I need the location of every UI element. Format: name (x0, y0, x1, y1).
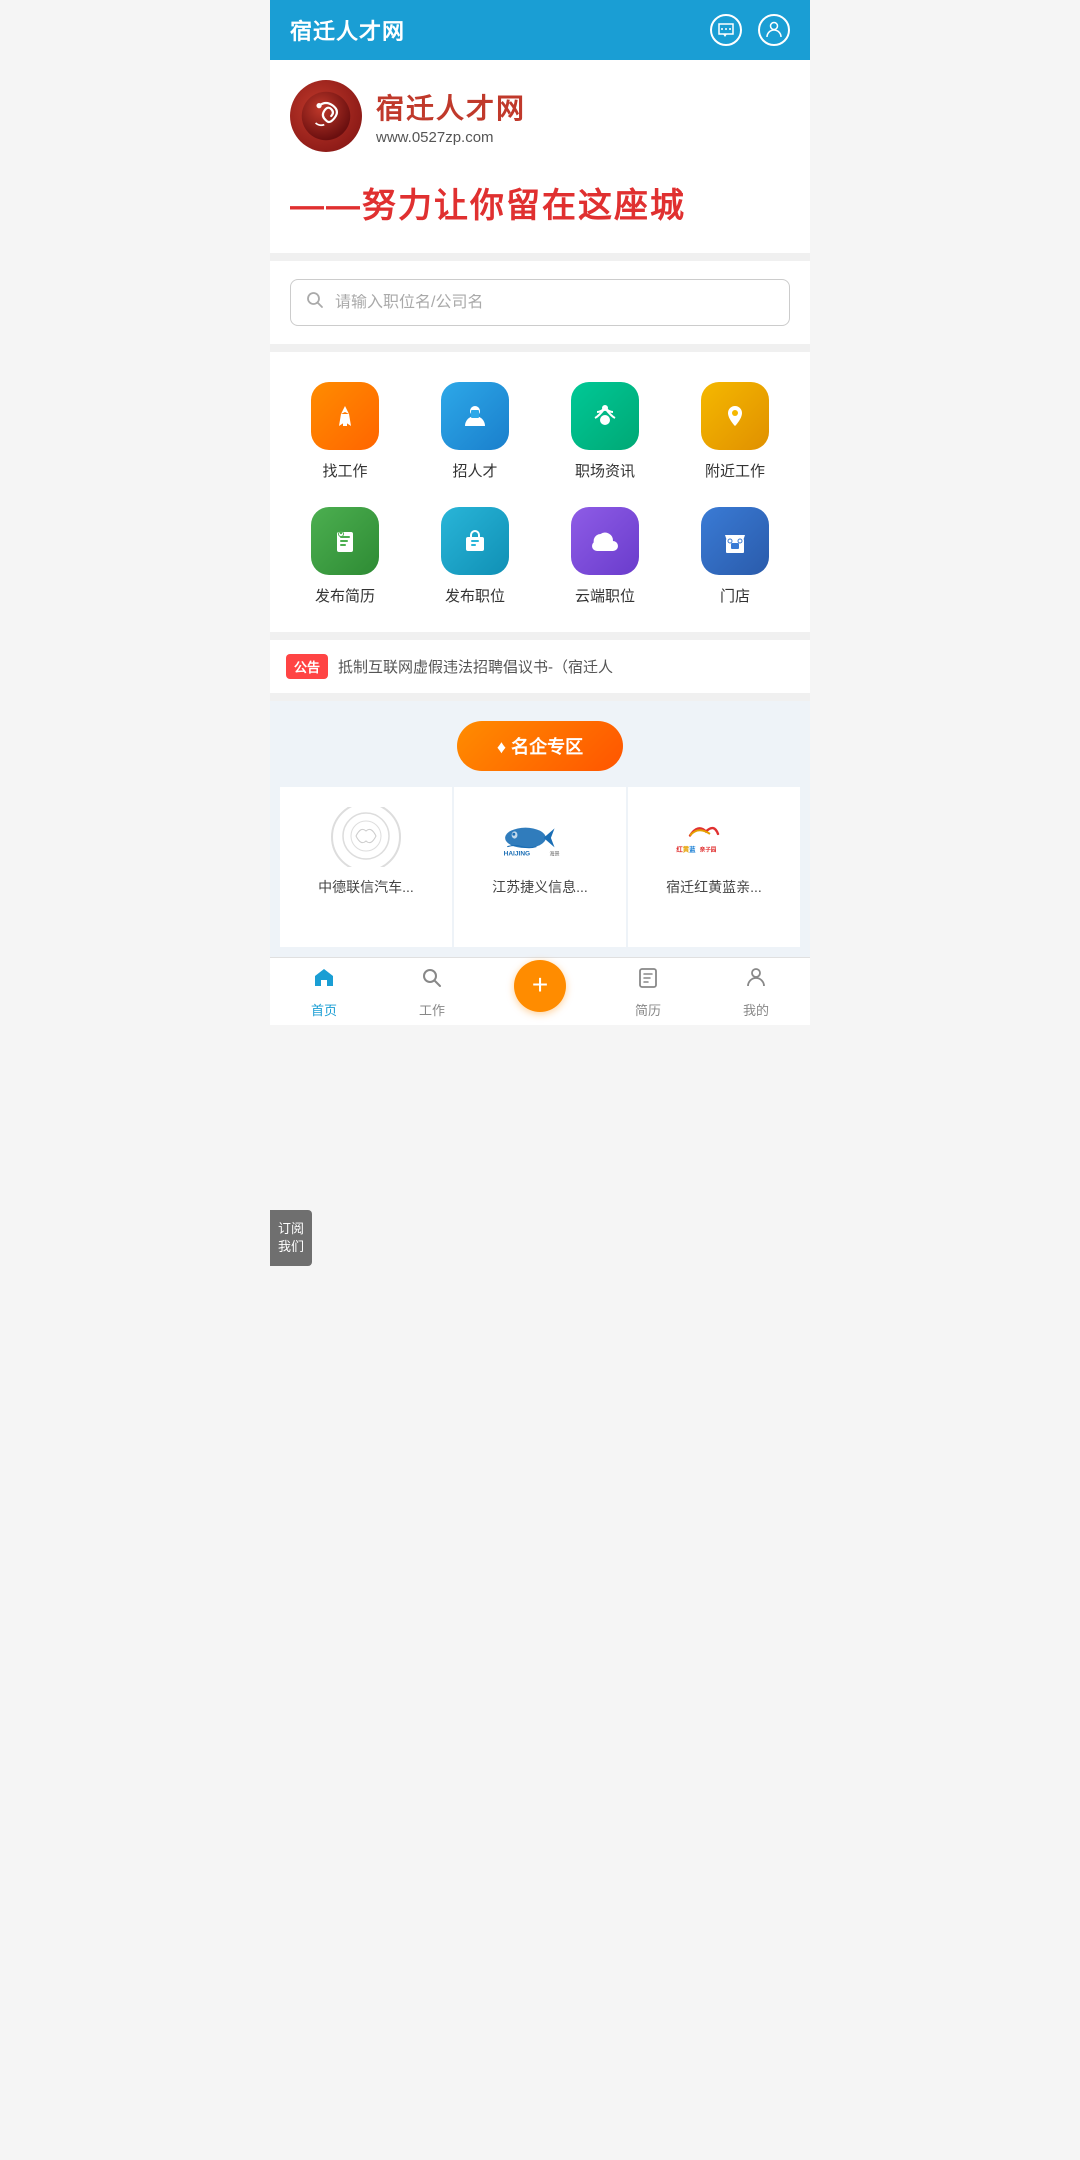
store-icon (701, 507, 769, 575)
career-news-icon (571, 382, 639, 450)
famous-section: ♦ 名企专区 中德联信汽车... (270, 693, 810, 957)
post-resume-icon (311, 507, 379, 575)
post-resume-button[interactable]: 发布简历 (280, 497, 410, 622)
nav-work[interactable]: 工作 (402, 966, 462, 1019)
banner-area: 宿迁人才网 www.0527zp.com ——努力让你留在这座城 (270, 60, 810, 253)
nav-work-label: 工作 (419, 1000, 445, 1019)
add-button[interactable]: + (514, 960, 566, 1012)
nav-mine[interactable]: 我的 (726, 966, 786, 1019)
logo-circle (290, 80, 362, 152)
nav-resume-label: 简历 (635, 1000, 661, 1019)
svg-text:亲子园: 亲子园 (700, 845, 717, 853)
subscribe-tab[interactable]: 订阅我们 (270, 1210, 312, 1266)
recruit-button[interactable]: 招人才 (410, 372, 540, 497)
companies-grid: 中德联信汽车... HAIJING (280, 787, 800, 947)
logo-row: 宿迁人才网 www.0527zp.com (290, 80, 790, 152)
icons-grid: 找工作 招人才 职场资讯 (270, 344, 810, 632)
find-job-label: 找工作 (322, 460, 367, 481)
nearby-job-button[interactable]: 附近工作 (670, 372, 800, 497)
message-icon[interactable] (710, 14, 742, 46)
company-card-haijing[interactable]: HAIJING 海景 江苏捷义信息... (454, 787, 626, 947)
search-input[interactable] (335, 294, 775, 312)
notice-text: 抵制互联网虚假违法招聘倡议书-（宿迁人 (338, 656, 613, 677)
app-header: 宿迁人才网 (270, 0, 810, 60)
recruit-label: 招人才 (452, 460, 497, 481)
slogan: ——努力让你留在这座城 (290, 168, 790, 243)
post-job-label: 发布职位 (445, 585, 505, 606)
career-news-label: 职场资讯 (575, 460, 635, 481)
store-button[interactable]: 门店 (670, 497, 800, 622)
company-card-zhongde[interactable]: 中德联信汽车... (280, 787, 452, 947)
company-logo-ryb: 红黄蓝 亲子园 (674, 807, 754, 867)
search-bar[interactable] (290, 279, 790, 326)
company-name-ryb: 宿迁红黄蓝亲... (666, 877, 762, 897)
notice-bar[interactable]: 公告 抵制互联网虚假违法招聘倡议书-（宿迁人 (270, 632, 810, 693)
svg-text:红黄蓝: 红黄蓝 (676, 844, 696, 853)
search-area (270, 253, 810, 344)
store-label: 门店 (720, 585, 750, 606)
company-card-ryb[interactable]: 红黄蓝 亲子园 宿迁红黄蓝亲... (628, 787, 800, 947)
cloud-job-label: 云端职位 (575, 585, 635, 606)
company-name-haijing: 江苏捷义信息... (492, 877, 588, 897)
nav-add[interactable]: + (510, 974, 570, 1012)
nav-mine-label: 我的 (743, 1000, 769, 1019)
cloud-job-icon (571, 507, 639, 575)
search-icon (305, 290, 325, 315)
career-news-button[interactable]: 职场资讯 (540, 372, 670, 497)
find-job-icon (311, 382, 379, 450)
resume-nav-icon (636, 966, 660, 997)
cloud-job-button[interactable]: 云端职位 (540, 497, 670, 622)
logo-name: 宿迁人才网 (376, 87, 526, 127)
nav-resume[interactable]: 简历 (618, 966, 678, 1019)
nearby-job-label: 附近工作 (705, 460, 765, 481)
nav-home[interactable]: 首页 (294, 966, 354, 1019)
app-title: 宿迁人才网 (290, 14, 405, 46)
logo-placeholder (331, 807, 401, 867)
nearby-job-icon (701, 382, 769, 450)
post-job-button[interactable]: 发布职位 (410, 497, 540, 622)
header-icons (710, 14, 790, 46)
bottom-nav: 首页 工作 + 简历 我的 (270, 957, 810, 1025)
post-job-icon (441, 507, 509, 575)
find-job-button[interactable]: 找工作 (280, 372, 410, 497)
logo-text-block: 宿迁人才网 www.0527zp.com (376, 87, 526, 146)
company-logo-haijing: HAIJING 海景 (500, 807, 580, 867)
svg-text:海景: 海景 (549, 850, 559, 857)
notice-tag: 公告 (286, 654, 328, 679)
company-logo-zhongde (326, 807, 406, 867)
nav-home-label: 首页 (311, 1000, 337, 1019)
search-nav-icon (420, 966, 444, 997)
recruit-icon (441, 382, 509, 450)
svg-text:HAIJING: HAIJING (504, 850, 531, 857)
company-name-zhongde: 中德联信汽车... (318, 877, 414, 897)
logo-url: www.0527zp.com (376, 129, 526, 146)
home-icon (312, 966, 336, 997)
user-icon[interactable] (758, 14, 790, 46)
mine-nav-icon (744, 966, 768, 997)
famous-btn[interactable]: ♦ 名企专区 (457, 721, 623, 771)
post-resume-label: 发布简历 (315, 585, 375, 606)
